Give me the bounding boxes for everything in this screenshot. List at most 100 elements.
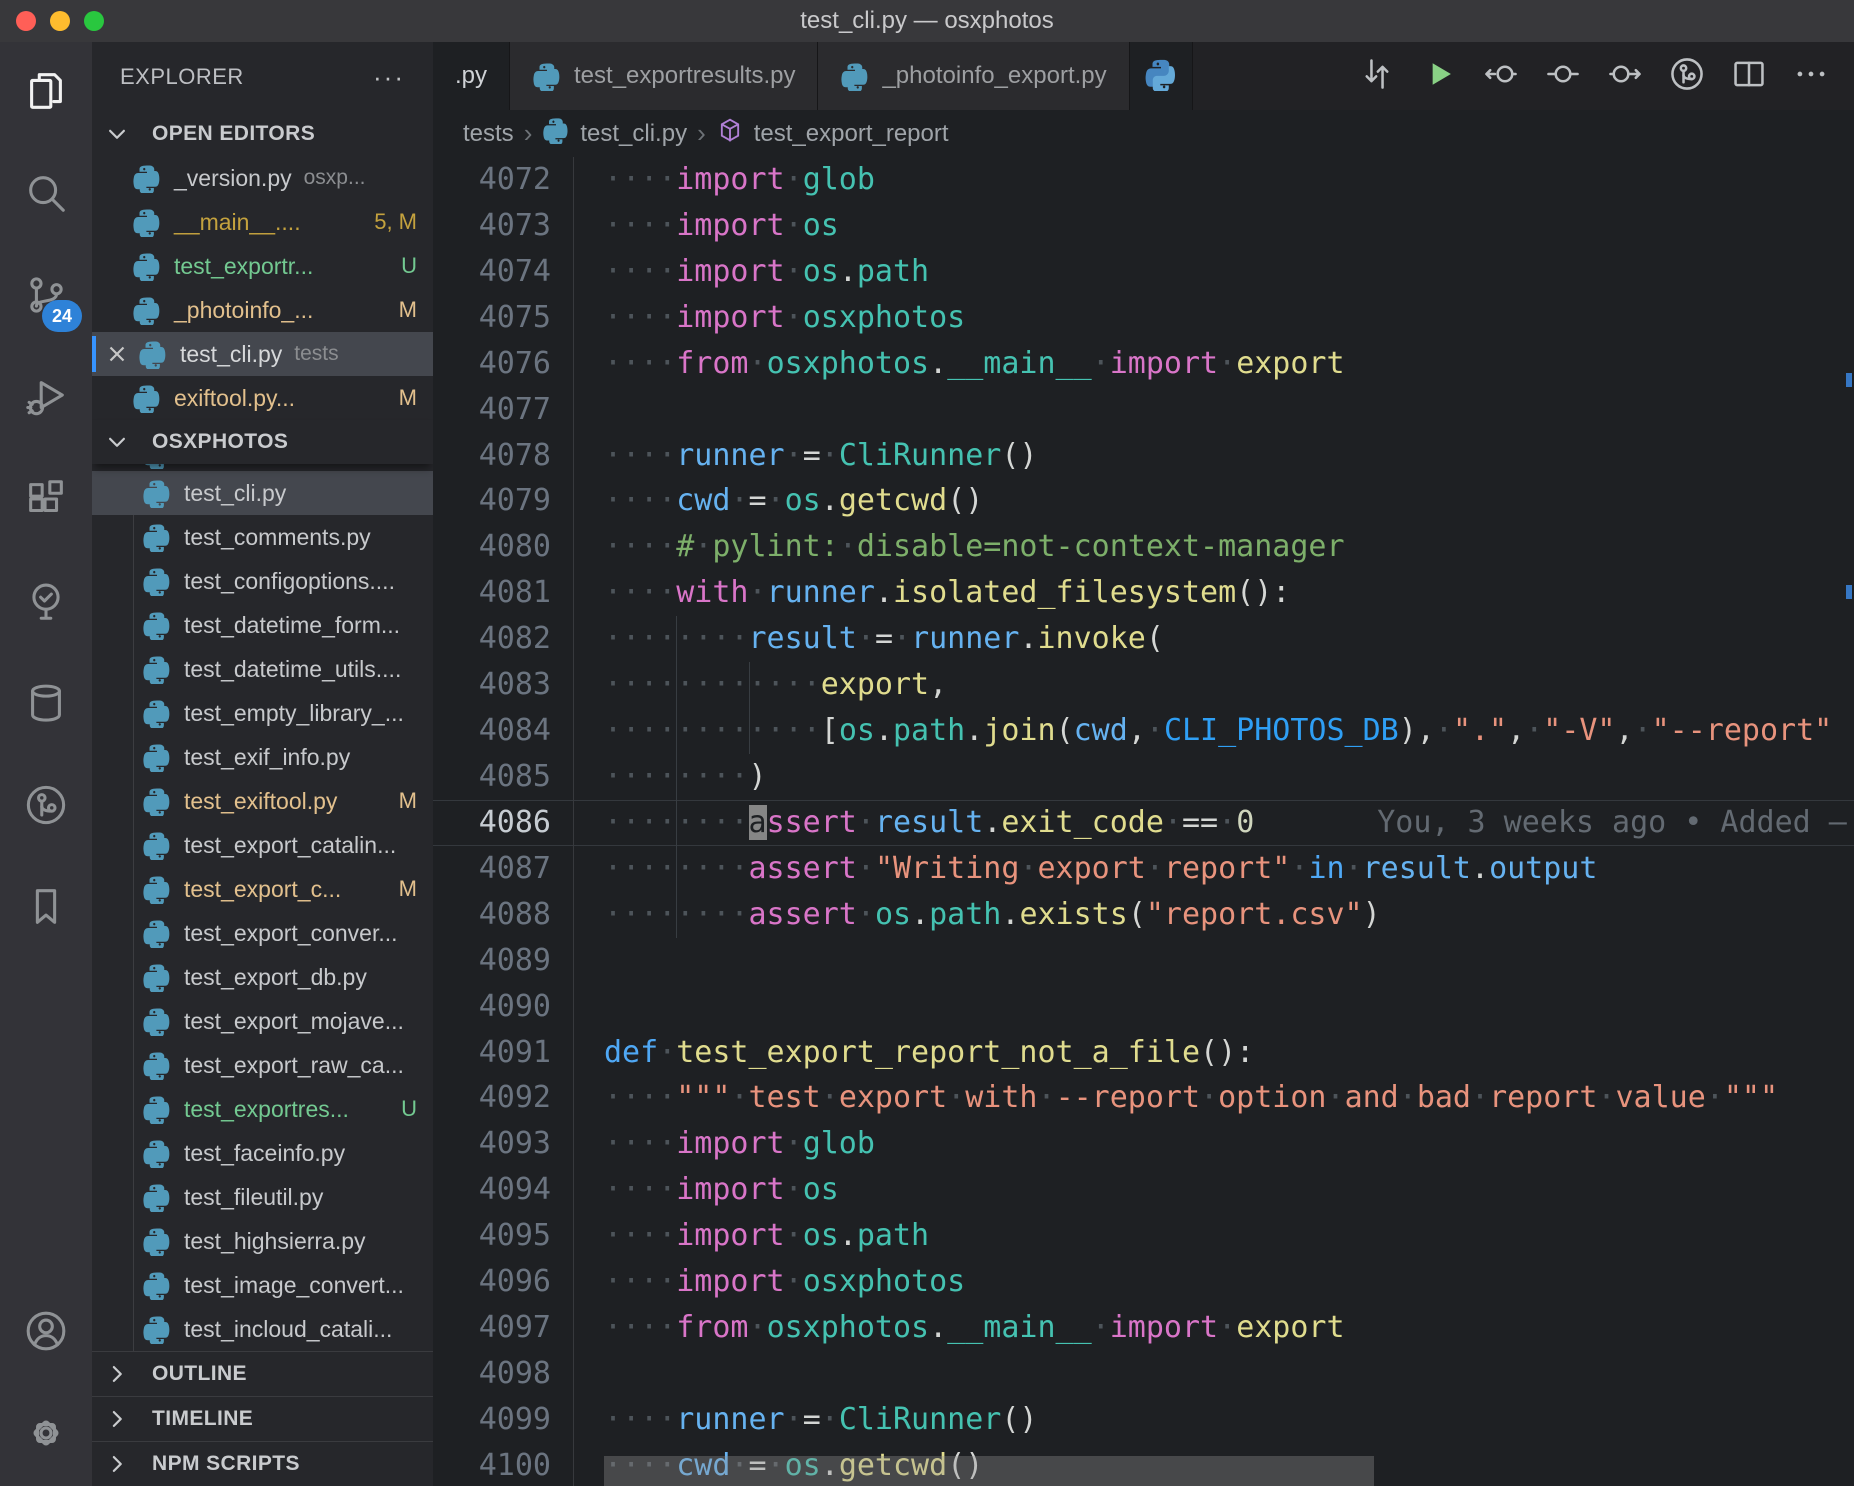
tree-item-test_exif_info.py[interactable]: test_exif_info.py	[92, 735, 433, 779]
compare-changes-button[interactable]	[1350, 49, 1404, 103]
sidebar-more-actions[interactable]: ···	[373, 62, 405, 93]
tree-item-test_highsierra.py[interactable]: test_highsierra.py	[92, 1219, 433, 1263]
activity-item-run-and-debug[interactable]	[0, 348, 92, 450]
tree-item-test_incloud_catali...[interactable]: test_incloud_catali...	[92, 1307, 433, 1351]
code-line-4086[interactable]: 4086········assert·result.exit_code·==·0…	[433, 800, 1854, 846]
line-number[interactable]: 4091	[433, 1030, 573, 1076]
line-number[interactable]: 4090	[433, 984, 573, 1030]
activity-item-accounts[interactable]	[0, 1282, 92, 1384]
line-number[interactable]: 4080	[433, 524, 573, 570]
tree-item-test_export_catalin...[interactable]: test_export_catalin...	[92, 823, 433, 867]
tree-item-test_export_mojave...[interactable]: test_export_mojave...	[92, 999, 433, 1043]
code-line-4095[interactable]: 4095····import·os.path	[433, 1213, 1854, 1259]
activity-item-settings[interactable]	[0, 1384, 92, 1486]
section-npm-scripts[interactable]: NPM SCRIPTS	[92, 1441, 433, 1486]
run-python-file-button[interactable]	[1412, 49, 1466, 103]
tree-item-test_export_raw_ca...[interactable]: test_export_raw_ca...	[92, 1043, 433, 1087]
breadcrumb-item[interactable]: test_cli.py	[542, 116, 687, 151]
previous-change-button[interactable]	[1474, 49, 1528, 103]
code-line-4098[interactable]: 4098	[433, 1351, 1854, 1397]
code-line-4088[interactable]: 4088········assert·os.path.exists("repor…	[433, 892, 1854, 938]
code-line-4093[interactable]: 4093····import·glob	[433, 1121, 1854, 1167]
close-icon[interactable]	[104, 341, 130, 367]
activity-item-explorer[interactable]	[0, 42, 92, 144]
line-number[interactable]: 4084	[433, 708, 573, 754]
project-section-header[interactable]: OSXPHOTOS	[92, 420, 433, 464]
activity-item-gitlens[interactable]	[0, 756, 92, 858]
code-line-4097[interactable]: 4097····from·osxphotos.__main__·import·e…	[433, 1305, 1854, 1351]
open-editor-__main__....[interactable]: __main__....5, M	[92, 200, 433, 244]
tree-item-test_fileutil.py[interactable]: test_fileutil.py	[92, 1175, 433, 1219]
code-line-4090[interactable]: 4090	[433, 984, 1854, 1030]
line-number[interactable]: 4074	[433, 249, 573, 295]
tree-item-test_exportres...[interactable]: test_exportres...U	[92, 1087, 433, 1131]
line-number[interactable]: 4081	[433, 570, 573, 616]
code-line-4092[interactable]: 4092····"""·test·export·with·--report·op…	[433, 1075, 1854, 1121]
code-line-4089[interactable]: 4089	[433, 938, 1854, 984]
tree-item-test_configoptions....[interactable]: test_configoptions....	[92, 559, 433, 603]
line-number[interactable]: 4075	[433, 295, 573, 341]
tab-.py[interactable]: .py	[433, 42, 510, 110]
tree-item-test_export_conver...[interactable]: test_export_conver...	[92, 911, 433, 955]
tab-_photoinfo_export.py[interactable]: _photoinfo_export.py	[818, 42, 1129, 110]
code-line-4096[interactable]: 4096····import·osxphotos	[433, 1259, 1854, 1305]
open-editor-_version.py[interactable]: _version.pyosxp...	[92, 156, 433, 200]
tree-item-test_faceinfo.py[interactable]: test_faceinfo.py	[92, 1131, 433, 1175]
line-number[interactable]: 4098	[433, 1351, 573, 1397]
pinned-python-tab[interactable]	[1130, 42, 1193, 110]
line-number[interactable]: 4100	[433, 1443, 573, 1486]
activity-item-extensions[interactable]	[0, 450, 92, 552]
code-line-4091[interactable]: 4091def·test_export_report_not_a_file():	[433, 1030, 1854, 1076]
activity-item-testing[interactable]	[0, 552, 92, 654]
line-number[interactable]: 4089	[433, 938, 573, 984]
tree-item-test_comments.py[interactable]: test_comments.py	[92, 515, 433, 559]
tree-item-test_export_db.py[interactable]: test_export_db.py	[92, 955, 433, 999]
code-line-4084[interactable]: 4084············[os.path.join(cwd,·CLI_P…	[433, 708, 1854, 754]
open-editor-_photoinfo_...[interactable]: _photoinfo_...M	[92, 288, 433, 332]
line-number[interactable]: 4094	[433, 1167, 573, 1213]
code-line-4076[interactable]: 4076····from·osxphotos.__main__·import·e…	[433, 341, 1854, 387]
code-line-4072[interactable]: 4072····import·glob	[433, 157, 1854, 203]
zoom-window-button[interactable]	[84, 11, 104, 31]
line-number[interactable]: 4077	[433, 387, 573, 433]
code-line-4078[interactable]: 4078····runner·=·CliRunner()	[433, 433, 1854, 479]
next-change-button[interactable]	[1598, 49, 1652, 103]
code-line-4094[interactable]: 4094····import·os	[433, 1167, 1854, 1213]
line-number[interactable]: 4096	[433, 1259, 573, 1305]
horizontal-scrollbar[interactable]	[604, 1456, 1374, 1486]
more-actions-button[interactable]	[1784, 49, 1838, 103]
line-number[interactable]: 4095	[433, 1213, 573, 1259]
line-number[interactable]: 4082	[433, 616, 573, 662]
tree-item-test_cli.py[interactable]: test_cli.py	[92, 471, 433, 515]
code-editor[interactable]: 4072····import·glob4073····import·os4074…	[433, 157, 1854, 1486]
open-editors-section-header[interactable]: OPEN EDITORS	[92, 112, 433, 156]
code-line-4099[interactable]: 4099····runner·=·CliRunner()	[433, 1397, 1854, 1443]
title-bar[interactable]: test_cli.py — osxphotos	[0, 0, 1854, 42]
code-line-4082[interactable]: 4082········result·=·runner.invoke(	[433, 616, 1854, 662]
code-line-4079[interactable]: 4079····cwd·=·os.getcwd()	[433, 478, 1854, 524]
line-number[interactable]: 4076	[433, 341, 573, 387]
tree-item-test_datetime_utils....[interactable]: test_datetime_utils....	[92, 647, 433, 691]
current-change-button[interactable]	[1536, 49, 1590, 103]
line-number[interactable]: 4073	[433, 203, 573, 249]
tree-item-test_datetime_form...[interactable]: test_datetime_form...	[92, 603, 433, 647]
line-number[interactable]: 4085	[433, 754, 573, 800]
line-number[interactable]: 4099	[433, 1397, 573, 1443]
line-number[interactable]: 4086	[433, 800, 573, 846]
activity-item-database[interactable]	[0, 654, 92, 756]
code-line-4073[interactable]: 4073····import·os	[433, 203, 1854, 249]
code-line-4085[interactable]: 4085········)	[433, 754, 1854, 800]
line-number[interactable]: 4092	[433, 1075, 573, 1121]
activity-item-source-control[interactable]: 24	[0, 246, 92, 348]
tab-test_exportresults.py[interactable]: test_exportresults.py	[510, 42, 818, 110]
line-number[interactable]: 4072	[433, 157, 573, 203]
line-number[interactable]: 4093	[433, 1121, 573, 1167]
close-window-button[interactable]	[16, 11, 36, 31]
code-line-4075[interactable]: 4075····import·osxphotos	[433, 295, 1854, 341]
section-outline[interactable]: OUTLINE	[92, 1351, 433, 1396]
code-line-4080[interactable]: 4080····#·pylint:·disable=not-context-ma…	[433, 524, 1854, 570]
open-editor-test_cli.py[interactable]: test_cli.pytests	[92, 332, 433, 376]
open-editor-exiftool.py...[interactable]: exiftool.py...M	[92, 376, 433, 420]
split-editor-button[interactable]	[1722, 49, 1776, 103]
minimize-window-button[interactable]	[50, 11, 70, 31]
